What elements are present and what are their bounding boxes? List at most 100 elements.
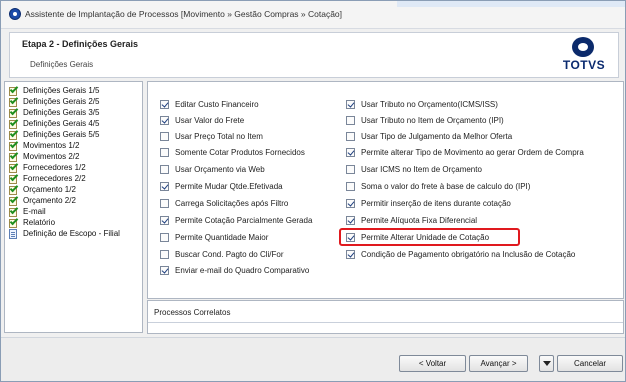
checkbox[interactable] bbox=[160, 265, 169, 275]
option-permitir-insercao-itens[interactable]: Permitir inserção de itens durante cotaç… bbox=[346, 197, 511, 209]
checked-doc-icon bbox=[9, 128, 19, 140]
option-somente-cotar-fornecidos[interactable]: Somente Cotar Produtos Fornecidos bbox=[160, 146, 305, 158]
option-label: Usar Tributo no Item de Orçamento (IPI) bbox=[361, 115, 504, 125]
title-accent bbox=[397, 1, 625, 7]
option-label: Usar Preço Total no Item bbox=[175, 131, 263, 141]
related-processes-panel: Processos Correlatos bbox=[147, 300, 624, 334]
sidebar-item-label: Fornecedores 1/2 bbox=[23, 163, 86, 172]
checkbox[interactable] bbox=[346, 131, 355, 141]
sidebar-item-orcamento-1[interactable]: Orçamento 1/2 bbox=[9, 183, 76, 195]
options-panel: Editar Custo Financeiro Usar Valor do Fr… bbox=[147, 81, 624, 299]
option-label: Permite Alíquota Fixa Diferencial bbox=[361, 215, 478, 225]
option-usar-valor-frete[interactable]: Usar Valor do Frete bbox=[160, 114, 244, 126]
checkbox[interactable] bbox=[346, 249, 355, 259]
sidebar-item-definicao-escopo[interactable]: Definição de Escopo - Filial bbox=[9, 228, 120, 239]
highlight-box bbox=[339, 228, 520, 246]
option-label: Usar ICMS no Item de Orçamento bbox=[361, 164, 482, 174]
option-label: Permite Cotação Parcialmente Gerada bbox=[175, 215, 313, 225]
option-label: Usar Orçamento via Web bbox=[175, 164, 265, 174]
option-label: Enviar e-mail do Quadro Comparativo bbox=[175, 265, 310, 275]
option-label: Usar Tributo no Orçamento(ICMS/ISS) bbox=[361, 99, 498, 109]
option-usar-preco-total-item[interactable]: Usar Preço Total no Item bbox=[160, 130, 263, 142]
checkbox[interactable] bbox=[160, 99, 169, 109]
sidebar-item-label: Relatório bbox=[23, 218, 56, 227]
app-icon bbox=[9, 8, 21, 20]
back-button[interactable]: < Voltar bbox=[399, 355, 466, 372]
option-enviar-email-quadro[interactable]: Enviar e-mail do Quadro Comparativo bbox=[160, 264, 309, 276]
sidebar-item-movimentos-1[interactable]: Movimentos 1/2 bbox=[9, 139, 79, 151]
checkbox[interactable] bbox=[346, 147, 355, 157]
checkbox[interactable] bbox=[160, 115, 169, 125]
option-soma-valor-frete[interactable]: Soma o valor do frete à base de calculo … bbox=[346, 180, 530, 192]
option-usar-orcamento-web[interactable]: Usar Orçamento via Web bbox=[160, 163, 265, 175]
sidebar-item-label: Movimentos 2/2 bbox=[23, 152, 80, 161]
checkbox[interactable] bbox=[160, 164, 169, 174]
cancel-button[interactable]: Cancelar bbox=[557, 355, 623, 372]
option-editar-custo-financeiro[interactable]: Editar Custo Financeiro bbox=[160, 98, 259, 110]
option-condicao-pagamento-obrigatorio[interactable]: Condição de Pagamento obrigatório na Inc… bbox=[346, 248, 575, 260]
doc-icon bbox=[9, 228, 19, 239]
checkbox[interactable] bbox=[160, 232, 169, 242]
option-permite-mudar-qtde[interactable]: Permite Mudar Qtde.Efetivada bbox=[160, 180, 283, 192]
option-label: Permitir inserção de itens durante cotaç… bbox=[361, 198, 511, 208]
dropdown-button[interactable] bbox=[539, 355, 554, 372]
checkbox[interactable] bbox=[346, 164, 355, 174]
sidebar-item-label: Orçamento 2/2 bbox=[23, 196, 76, 205]
checkbox[interactable] bbox=[160, 249, 169, 259]
option-label: Somente Cotar Produtos Fornecidos bbox=[175, 147, 305, 157]
next-button[interactable]: Avançar > bbox=[469, 355, 528, 372]
sidebar-item-definicoes-gerais-5[interactable]: Definições Gerais 5/5 bbox=[9, 128, 99, 140]
sidebar-item-label: Definições Gerais 2/5 bbox=[23, 97, 100, 106]
logo-icon bbox=[572, 37, 594, 57]
checkbox[interactable] bbox=[346, 99, 355, 109]
checkbox[interactable] bbox=[160, 181, 169, 191]
option-usar-tributo-orcamento[interactable]: Usar Tributo no Orçamento(ICMS/ISS) bbox=[346, 98, 498, 110]
option-label: Soma o valor do frete à base de calculo … bbox=[361, 181, 531, 191]
step-header: Etapa 2 - Definições Gerais Definições G… bbox=[9, 32, 619, 78]
option-usar-icms-item[interactable]: Usar ICMS no Item de Orçamento bbox=[346, 163, 482, 175]
sidebar-item-definicoes-gerais-2[interactable]: Definições Gerais 2/5 bbox=[9, 95, 100, 107]
checkbox[interactable] bbox=[160, 198, 169, 208]
checkbox[interactable] bbox=[160, 215, 169, 225]
checked-doc-icon bbox=[9, 194, 19, 206]
checked-doc-icon bbox=[9, 106, 19, 118]
sidebar-item-label: E-mail bbox=[23, 207, 46, 216]
window-title: Assistente de Implantação de Processos [… bbox=[25, 9, 343, 19]
option-permite-cotacao-parcial[interactable]: Permite Cotação Parcialmente Gerada bbox=[160, 214, 312, 226]
option-usar-tributo-item[interactable]: Usar Tributo no Item de Orçamento (IPI) bbox=[346, 114, 504, 126]
checkbox[interactable] bbox=[160, 131, 169, 141]
option-permite-aliquota-fixa[interactable]: Permite Alíquota Fixa Diferencial bbox=[346, 214, 477, 226]
checkbox[interactable] bbox=[346, 115, 355, 125]
sidebar-item-label: Definições Gerais 3/5 bbox=[23, 108, 100, 117]
option-carrega-solicitacoes[interactable]: Carrega Solicitações após Filtro bbox=[160, 197, 288, 209]
sidebar-item-label: Fornecedores 2/2 bbox=[23, 174, 86, 183]
option-label: Buscar Cond. Pagto do Cli/For bbox=[175, 249, 284, 259]
sidebar-item-definicoes-gerais-4[interactable]: Definições Gerais 4/5 bbox=[9, 117, 99, 129]
checked-doc-icon bbox=[9, 183, 19, 195]
option-label: Usar Valor do Frete bbox=[175, 115, 245, 125]
totvs-logo: TOTVS bbox=[562, 37, 606, 75]
sidebar-item-orcamento-2[interactable]: Orçamento 2/2 bbox=[9, 194, 76, 206]
checked-doc-icon bbox=[9, 84, 19, 96]
sidebar-item-fornecedores-2[interactable]: Fornecedores 2/2 bbox=[9, 172, 86, 184]
sidebar-item-movimentos-2[interactable]: Movimentos 2/2 bbox=[9, 150, 80, 162]
option-label: Carrega Solicitações após Filtro bbox=[175, 198, 289, 208]
sidebar-item-definicoes-gerais-3[interactable]: Definições Gerais 3/5 bbox=[9, 106, 100, 118]
checkbox[interactable] bbox=[346, 181, 355, 191]
option-permite-quantidade-maior[interactable]: Permite Quantidade Maior bbox=[160, 231, 268, 243]
option-buscar-cond-pagto[interactable]: Buscar Cond. Pagto do Cli/For bbox=[160, 248, 284, 260]
option-permite-alterar-tipo-movimento[interactable]: Permite alterar Tipo de Movimento ao ger… bbox=[346, 146, 584, 158]
checkbox[interactable] bbox=[160, 147, 169, 157]
checked-doc-icon bbox=[9, 205, 19, 217]
sidebar-item-definicoes-gerais-1[interactable]: Definições Gerais 1/5 bbox=[9, 84, 99, 96]
option-label: Editar Custo Financeiro bbox=[175, 99, 259, 109]
footer-bar: < Voltar Avançar > Cancelar bbox=[1, 337, 625, 381]
step-title: Etapa 2 - Definições Gerais bbox=[22, 39, 139, 49]
option-usar-tipo-julgamento[interactable]: Usar Tipo de Julgamento da Melhor Oferta bbox=[346, 130, 512, 142]
related-processes-label: Processos Correlatos bbox=[154, 308, 231, 317]
checkbox[interactable] bbox=[346, 215, 355, 225]
sidebar-item-relatorio[interactable]: Relatório bbox=[9, 216, 56, 228]
sidebar-item-fornecedores-1[interactable]: Fornecedores 1/2 bbox=[9, 161, 86, 173]
sidebar-item-email[interactable]: E-mail bbox=[9, 205, 46, 217]
checkbox[interactable] bbox=[346, 198, 355, 208]
